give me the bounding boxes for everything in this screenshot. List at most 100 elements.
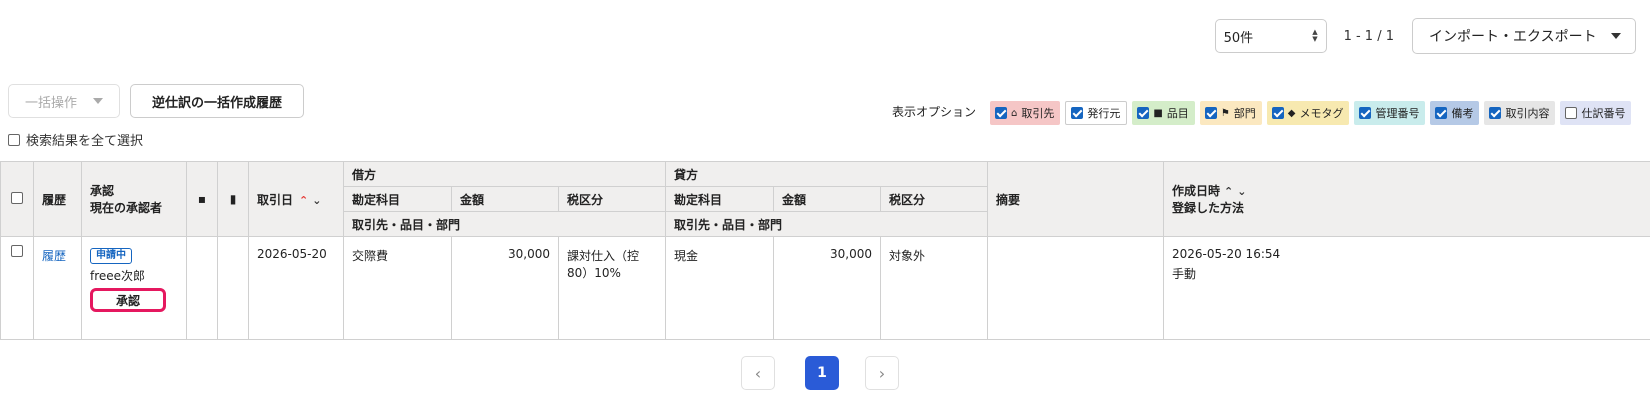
per-page-select[interactable]: 50件 ▲ ▼ — [1214, 19, 1327, 53]
row-checkbox[interactable] — [11, 245, 23, 257]
checkbox[interactable] — [1271, 107, 1284, 119]
row-credit-account: 現金 — [665, 236, 774, 340]
option-deal-content[interactable]: 取引内容 — [1484, 101, 1556, 125]
select-all-label: 検索結果を全て選択 — [26, 134, 144, 149]
row-select — [0, 236, 34, 340]
header-credit: 貸方 — [665, 161, 988, 187]
created-at: 2026-05-20 16:54 — [1172, 247, 1281, 261]
register-method: 手動 — [1172, 267, 1197, 281]
per-page-value: 50件 — [1223, 30, 1254, 46]
sort-asc-icon[interactable]: ⌃ — [1224, 185, 1233, 198]
option-label: 管理番号 — [1375, 107, 1420, 120]
row-summary — [987, 236, 1164, 340]
chevron-down-icon — [1611, 33, 1621, 39]
sort-desc-icon[interactable]: ⌄ — [312, 194, 321, 207]
checkbox[interactable] — [1435, 107, 1448, 119]
page-button-current[interactable]: 1 — [805, 356, 839, 390]
header-created: 作成日時 ⌃ ⌄ 登録した方法 — [1163, 161, 1650, 237]
row-comment — [186, 236, 218, 340]
option-memo-tag[interactable]: ◆ メモタグ — [1266, 101, 1350, 125]
checkbox[interactable] — [1565, 107, 1578, 119]
tag-icon: ◆ — [1287, 107, 1296, 119]
status-badge: 申請中 — [90, 248, 132, 264]
result-range: 1 - 1 / 1 — [1343, 28, 1394, 44]
header-select — [0, 161, 34, 237]
select-all-rows-checkbox[interactable] — [11, 191, 23, 204]
flag-icon: ⚑ — [1220, 107, 1230, 119]
prev-page-button[interactable]: ‹ — [741, 356, 775, 390]
approve-button[interactable]: 承認 — [90, 288, 166, 312]
option-label: 部門 — [1233, 107, 1256, 120]
header-approval: 承認 現在の承認者 — [81, 161, 187, 237]
option-label: 取引内容 — [1505, 107, 1550, 120]
header-file: ▮ — [217, 161, 249, 237]
header-date[interactable]: 取引日 ⌃ ⌄ — [248, 161, 344, 237]
option-label: 品目 — [1166, 107, 1189, 120]
pagination: ‹ 1 › — [741, 356, 899, 390]
display-options-chips: ⌂ 取引先 発行元 ■ 品目 ⚑ 部門 ◆ メモタグ 管理番号 備考 取引内容 … — [990, 101, 1632, 125]
row-credit-tax: 対象外 — [880, 236, 988, 340]
approver-name: freee次郎 — [90, 269, 146, 283]
journal-table: 履歴 承認 現在の承認者 ▪ ▮ 取引日 ⌃ ⌄ 借方 貸方 摘要 作成日時 ⌃ ⌄ 登… — [0, 161, 1650, 340]
table-row: 履歴 申請中 freee次郎 承認 2026-05-20 交際費 30,000 … — [0, 236, 1650, 340]
history-link[interactable]: 履歴 — [42, 249, 66, 263]
import-export-button[interactable]: インポート・エクスポート — [1412, 18, 1636, 54]
checkbox[interactable] — [1204, 107, 1217, 119]
header-debit-tax: 税区分 — [558, 186, 666, 212]
row-debit-amount: 30,000 — [451, 236, 559, 340]
header-current-approver: 現在の承認者 — [90, 201, 163, 215]
checkbox[interactable] — [995, 107, 1007, 119]
header-debit: 借方 — [343, 161, 666, 187]
import-export-label: インポート・エクスポート — [1429, 29, 1597, 45]
comment-icon: ▪ — [197, 192, 207, 206]
row-date: 2026-05-20 — [248, 236, 344, 340]
header-credit-account: 勘定科目 — [665, 186, 774, 212]
reverse-history-button[interactable]: 逆仕訳の一括作成履歴 — [130, 84, 304, 118]
header-created-label: 作成日時 — [1172, 184, 1221, 198]
top-toolbar: 50件 ▲ ▼ 1 - 1 / 1 インポート・エクスポート — [1214, 18, 1636, 54]
chevron-down-icon — [93, 98, 103, 104]
select-all-results[interactable]: 検索結果を全て選択 — [8, 130, 143, 149]
row-file — [217, 236, 249, 340]
chevron-left-icon: ‹ — [754, 363, 762, 383]
briefcase-icon: ■ — [1153, 107, 1163, 119]
header-date-label: 取引日 — [257, 192, 294, 207]
checkbox[interactable] — [1489, 107, 1502, 119]
header-credit-tax: 税区分 — [880, 186, 988, 212]
next-page-button[interactable]: › — [865, 356, 899, 390]
option-journal-number[interactable]: 仕訳番号 — [1560, 101, 1632, 125]
chevron-right-icon: › — [878, 363, 886, 383]
header-debit-account: 勘定科目 — [343, 186, 452, 212]
option-management-number[interactable]: 管理番号 — [1354, 101, 1426, 125]
header-register-method: 登録した方法 — [1172, 201, 1245, 215]
row-history: 履歴 — [33, 236, 82, 340]
file-icon: ▮ — [229, 192, 237, 206]
option-department[interactable]: ⚑ 部門 — [1199, 101, 1262, 125]
header-credit-partner: 取引先・品目・部門 — [665, 211, 988, 237]
header-debit-amount: 金額 — [451, 186, 559, 212]
row-credit-amount: 30,000 — [773, 236, 881, 340]
bulk-action-label: 一括操作 — [25, 95, 78, 111]
option-label: 備考 — [1451, 107, 1474, 120]
row-approval: 申請中 freee次郎 承認 — [81, 236, 187, 340]
option-label: 発行元 — [1087, 107, 1121, 120]
header-debit-partner: 取引先・品目・部門 — [343, 211, 666, 237]
option-issuer[interactable]: 発行元 — [1065, 101, 1128, 125]
updown-icon: ▲ ▼ — [1312, 28, 1318, 43]
header-history: 履歴 — [33, 161, 82, 237]
header-credit-amount: 金額 — [773, 186, 881, 212]
option-partner[interactable]: ⌂ 取引先 — [990, 101, 1061, 125]
option-remarks[interactable]: 備考 — [1430, 101, 1480, 125]
sort-desc-icon[interactable]: ⌄ — [1237, 185, 1246, 198]
checkbox[interactable] — [1137, 107, 1150, 119]
option-item[interactable]: ■ 品目 — [1132, 101, 1195, 125]
checkbox[interactable] — [1359, 107, 1372, 119]
checkbox[interactable] — [1071, 107, 1084, 119]
home-icon: ⌂ — [1011, 107, 1018, 119]
row-created: 2026-05-20 16:54 手動 — [1163, 236, 1650, 340]
option-label: メモタグ — [1299, 107, 1344, 120]
bulk-action-button[interactable]: 一括操作 — [8, 84, 120, 118]
select-all-checkbox[interactable] — [8, 133, 20, 146]
row-debit-tax: 課対仕入（控80）10% — [558, 236, 666, 340]
sort-asc-icon[interactable]: ⌃ — [299, 194, 308, 207]
